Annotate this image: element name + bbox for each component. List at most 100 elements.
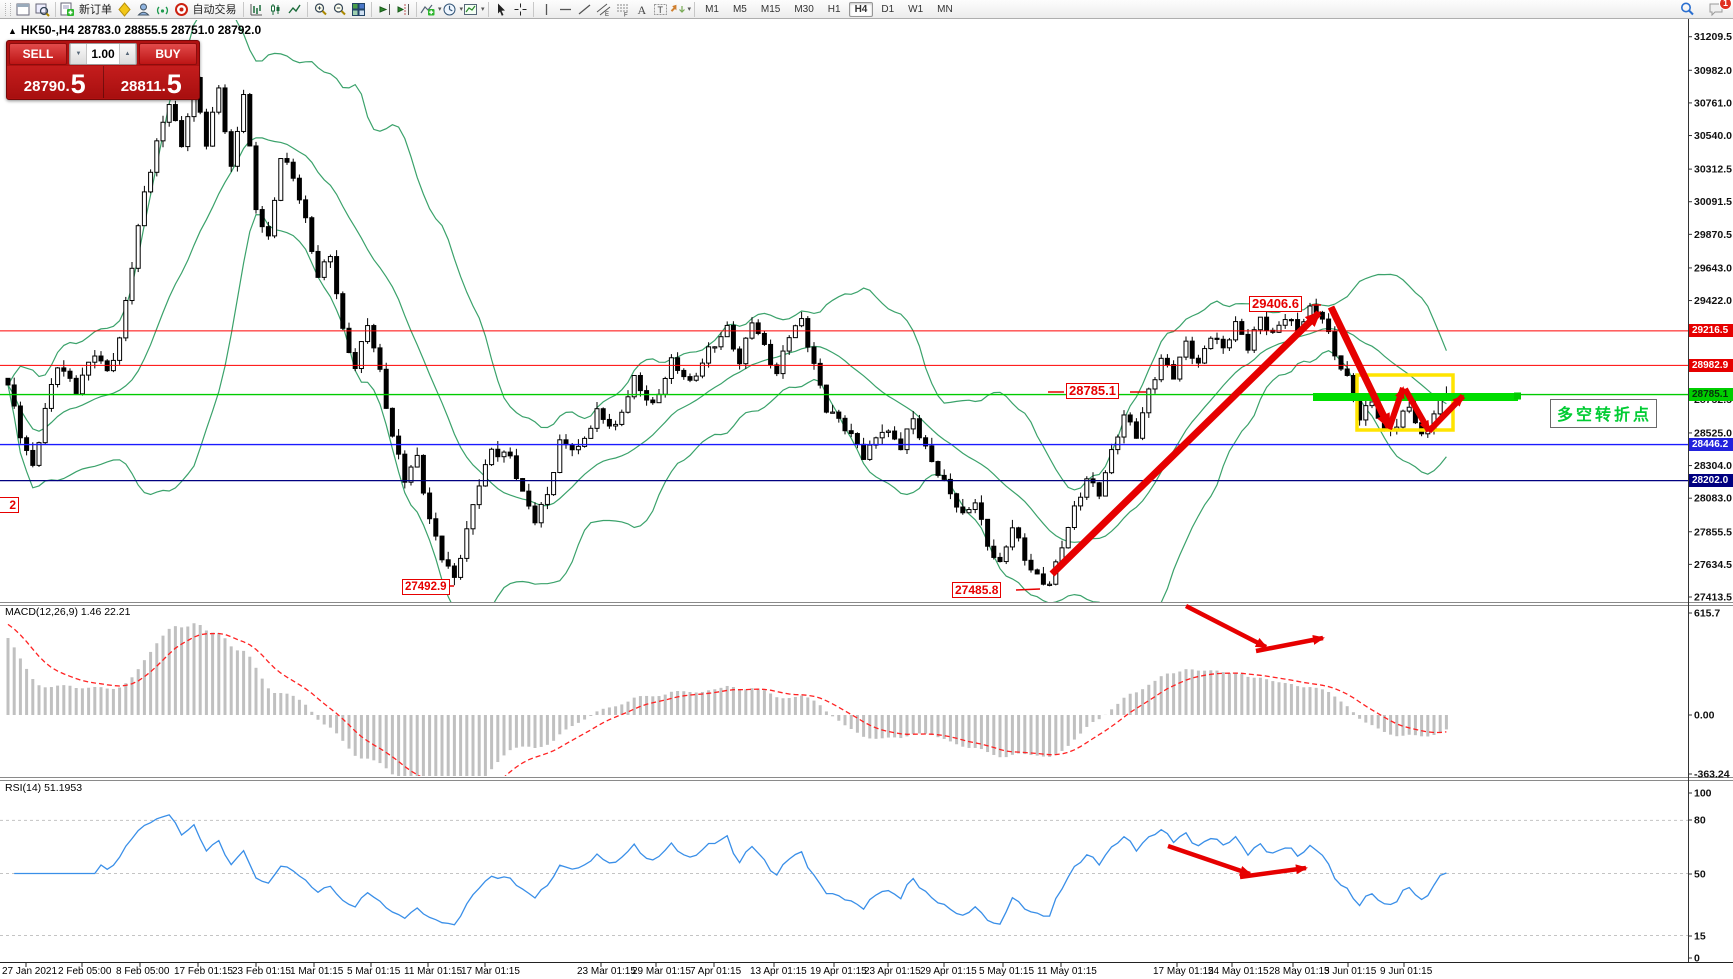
timeframe-mn[interactable]: MN bbox=[931, 2, 959, 17]
candle-body bbox=[1364, 406, 1368, 420]
arrows-icon[interactable]: ▾ bbox=[670, 1, 692, 18]
candle-body bbox=[657, 394, 661, 402]
autotrading-label: 自动交易 bbox=[191, 1, 239, 17]
vertical-line-icon[interactable] bbox=[537, 1, 556, 18]
buy-price[interactable]: 28811.5 bbox=[104, 66, 200, 98]
templates-icon[interactable]: ▾ bbox=[463, 1, 485, 18]
candle-body bbox=[762, 333, 766, 344]
metaeditor-icon[interactable] bbox=[115, 1, 134, 18]
auto-scroll-icon[interactable] bbox=[375, 1, 394, 18]
toolbar-separator bbox=[694, 2, 695, 17]
timeframe-m15[interactable]: M15 bbox=[755, 2, 786, 17]
price-tag-28446.2: 28446.2 bbox=[1689, 438, 1733, 451]
sell-price[interactable]: 28790.5 bbox=[7, 66, 104, 98]
candle-body bbox=[1165, 358, 1169, 364]
buy-button[interactable]: BUY bbox=[139, 43, 197, 65]
timeframe-w1[interactable]: W1 bbox=[902, 2, 929, 17]
rsi-tick-label: 100 bbox=[1694, 788, 1712, 800]
candle-body bbox=[663, 378, 667, 394]
autotrading-button[interactable]: 自动交易 bbox=[172, 1, 240, 18]
chart-canvas[interactable]: 31209.530982.030761.030540.030312.530091… bbox=[0, 0, 1733, 979]
annotation-left-edge-partial[interactable]: 2 bbox=[0, 497, 19, 513]
svg-text:T: T bbox=[657, 5, 663, 15]
candle-body bbox=[440, 536, 444, 560]
candlestick-icon[interactable] bbox=[266, 1, 285, 18]
timeframe-h4[interactable]: H4 bbox=[849, 2, 874, 17]
fibonacci-icon[interactable]: F bbox=[613, 1, 632, 18]
tile-windows-icon[interactable] bbox=[349, 1, 368, 18]
time-tick-label: 9 Jun 01:15 bbox=[1380, 966, 1433, 977]
candle-body bbox=[459, 558, 463, 577]
zoom-in-icon[interactable] bbox=[311, 1, 330, 18]
crosshair-icon[interactable] bbox=[511, 1, 530, 18]
time-tick-label: 5 May 01:15 bbox=[979, 966, 1034, 977]
timeframe-m30[interactable]: M30 bbox=[788, 2, 819, 17]
annotation-march-low-price[interactable]: 27492.9 bbox=[402, 579, 450, 595]
price-tick-label: 30982.0 bbox=[1694, 65, 1732, 77]
timeframe-m1[interactable]: M1 bbox=[699, 2, 725, 17]
line-chart-icon[interactable] bbox=[285, 1, 304, 18]
horizontal-line-icon[interactable] bbox=[556, 1, 575, 18]
volume-value[interactable]: 1.00 bbox=[87, 44, 119, 64]
label-icon[interactable]: T bbox=[651, 1, 670, 18]
candle-body bbox=[1190, 341, 1194, 358]
signals-icon[interactable] bbox=[153, 1, 172, 18]
templates-caret[interactable]: ▾ bbox=[481, 5, 485, 13]
bar-chart-icon[interactable] bbox=[247, 1, 266, 18]
annotation-turning-point-text[interactable]: 多空转折点 bbox=[1550, 399, 1657, 428]
volume-up-button[interactable]: ▲ bbox=[119, 44, 136, 64]
annotation-pullback-price[interactable]: 28785.1 bbox=[1066, 383, 1119, 399]
candle-body bbox=[1066, 528, 1070, 548]
zoom-out-icon[interactable] bbox=[330, 1, 349, 18]
time-tick-label: 24 May 01:15 bbox=[1208, 966, 1269, 977]
candle-body bbox=[775, 365, 779, 374]
candle-body bbox=[285, 159, 289, 163]
collapse-triangle-icon[interactable]: ▲ bbox=[8, 26, 17, 36]
chart-shift-icon[interactable] bbox=[394, 1, 413, 18]
periods-icon[interactable]: ▾ bbox=[442, 1, 464, 18]
candle-body bbox=[1085, 479, 1089, 497]
time-tick-label: 1 Mar 01:15 bbox=[290, 966, 344, 977]
candle-body bbox=[936, 462, 940, 476]
annotation-may-low-price[interactable]: 27485.8 bbox=[952, 582, 1001, 598]
time-tick-label: 23 Mar 01:15 bbox=[577, 966, 636, 977]
candle-body bbox=[986, 519, 990, 546]
rsi-tick-label: 50 bbox=[1694, 869, 1706, 881]
candle-body bbox=[1401, 411, 1405, 427]
sell-button[interactable]: SELL bbox=[9, 43, 67, 65]
candle-body bbox=[471, 505, 475, 529]
candle-body bbox=[167, 105, 171, 123]
timeframe-m5[interactable]: M5 bbox=[727, 2, 753, 17]
arrows-caret[interactable]: ▾ bbox=[688, 5, 692, 13]
toolbar-grip[interactable] bbox=[5, 3, 11, 16]
cursor-icon[interactable] bbox=[492, 1, 511, 18]
volume-down-button[interactable]: ▼ bbox=[70, 44, 87, 64]
candle-body bbox=[1134, 422, 1138, 438]
candle-body bbox=[43, 408, 47, 442]
annotation-peak-price[interactable]: 29406.6 bbox=[1249, 296, 1302, 312]
time-tick-label: 11 May 01:15 bbox=[1037, 966, 1097, 977]
chat-icon[interactable]: 1 bbox=[1706, 1, 1725, 18]
price-tick-label: 29422.0 bbox=[1694, 295, 1732, 307]
new-order-button[interactable]: 新订单 bbox=[59, 1, 115, 18]
search-icon[interactable] bbox=[1677, 1, 1696, 18]
text-icon[interactable]: A bbox=[632, 1, 651, 18]
timeframe-d1[interactable]: D1 bbox=[875, 2, 900, 17]
volume-stepper[interactable]: ▼ 1.00 ▲ bbox=[69, 43, 137, 65]
candle-body bbox=[1407, 407, 1411, 411]
new-chart-icon[interactable] bbox=[14, 1, 33, 18]
channel-icon[interactable]: E bbox=[594, 1, 613, 18]
indicators-icon[interactable]: ▾ bbox=[420, 1, 442, 18]
candle-body bbox=[905, 429, 909, 450]
price-tick-label: 27413.5 bbox=[1694, 592, 1732, 604]
candle-body bbox=[1246, 334, 1250, 350]
time-tick-label: 19 Apr 01:15 bbox=[810, 966, 867, 977]
timeframe-h1[interactable]: H1 bbox=[822, 2, 847, 17]
candle-body bbox=[1196, 358, 1200, 363]
candle-body bbox=[403, 454, 407, 482]
data-window-icon[interactable] bbox=[33, 1, 52, 18]
candle-body bbox=[1010, 528, 1014, 547]
trendline-icon[interactable] bbox=[575, 1, 594, 18]
experts-icon[interactable] bbox=[134, 1, 153, 18]
candle-body bbox=[124, 301, 128, 338]
